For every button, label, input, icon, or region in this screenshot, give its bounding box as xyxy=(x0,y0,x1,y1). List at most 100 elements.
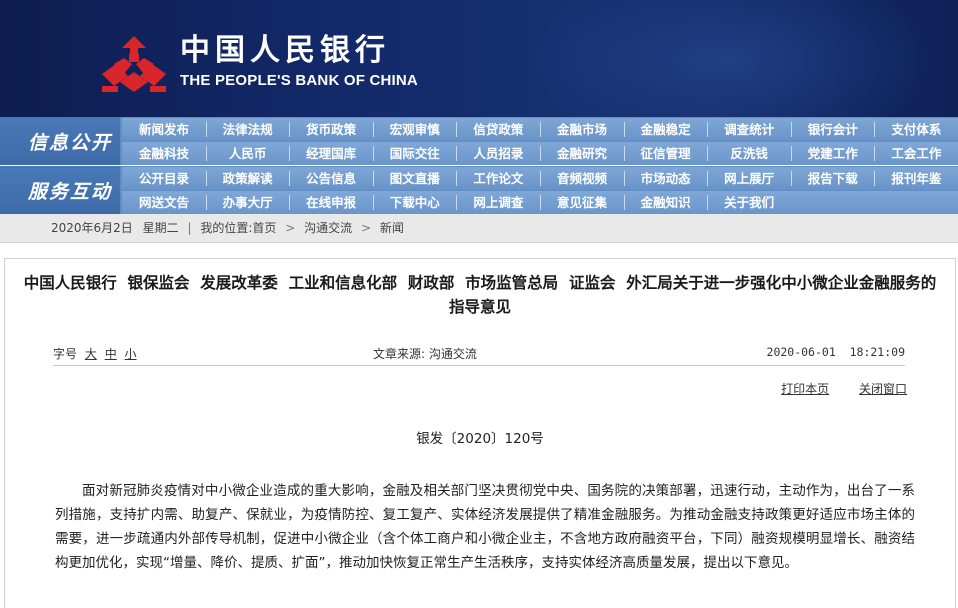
logo-chinese-name[interactable]: 中国人民银行 xyxy=(180,35,390,67)
breadcrumb-news[interactable]: 新闻 xyxy=(380,221,404,235)
font-small-link[interactable]: 小 xyxy=(125,347,137,361)
nav-item[interactable]: 法律法规 xyxy=(208,118,288,141)
nav-separator xyxy=(707,195,709,210)
nav-row: 金融科技 人民币 经理国库 国际交往 人员招录 金融研究 征信管理 反洗钱 党建工作 工会工作 xyxy=(122,142,958,165)
nav-item[interactable]: 新闻发布 xyxy=(124,118,204,141)
nav-separator xyxy=(623,171,625,186)
nav-band-title-service: 服务互动 xyxy=(0,166,120,214)
article-paragraph: 面对新冠肺炎疫情对中小微企业造成的重大影响，金融及相关部门坚决贯彻党中央、国务院… xyxy=(55,483,915,571)
nav-separator xyxy=(289,171,291,186)
nav-item[interactable]: 网上调查 xyxy=(458,191,538,214)
font-large-link[interactable]: 大 xyxy=(85,347,97,361)
nav-separator xyxy=(372,195,374,210)
nav-row: 公开目录 政策解读 公告信息 图文直播 工作论文 音频视频 市场动态 网上展厅 报告下载 报刊年鉴 xyxy=(122,167,958,190)
article-container: 中国人民银行 银保监会 发展改革委 工业和信息化部 财政部 市场监管总局 证监会… xyxy=(4,258,956,608)
nav-item[interactable]: 金融知识 xyxy=(626,191,706,214)
nav-item[interactable]: 国际交往 xyxy=(375,142,455,165)
nav-item[interactable]: 网送文告 xyxy=(124,191,204,214)
article-source: 文章来源: 沟通交流 xyxy=(373,347,477,361)
logo-english-name[interactable]: THE PEOPLE'S BANK OF CHINA xyxy=(180,72,418,89)
nav-separator xyxy=(456,122,458,137)
nav-item[interactable]: 报告下载 xyxy=(793,167,873,190)
nav-item[interactable]: 人民币 xyxy=(208,142,288,165)
nav-separator xyxy=(707,146,709,161)
nav-separator xyxy=(707,122,709,137)
article-title-line: 指导意见 xyxy=(448,298,511,316)
close-window-link[interactable]: 关闭窗口 xyxy=(859,382,907,396)
article-meta: 字号 大 中 小 文章来源: 沟通交流 2020-06-01 18:21:09 xyxy=(53,343,905,366)
nav-item[interactable]: 支付体系 xyxy=(876,118,956,141)
breadcrumb-separator: | xyxy=(187,221,192,235)
font-size-control: 字号 大 中 小 xyxy=(53,345,137,362)
page: 中国人民银行 THE PEOPLE'S BANK OF CHINA 信息公开 新… xyxy=(0,0,958,608)
nav-separator xyxy=(540,146,541,161)
nav-item[interactable]: 下载中心 xyxy=(375,191,455,214)
nav-separator xyxy=(790,146,792,161)
nav-separator xyxy=(540,171,541,186)
nav-separator xyxy=(205,122,207,137)
nav-item[interactable]: 政策解读 xyxy=(208,167,288,190)
location-label: 我的位置: xyxy=(200,221,253,235)
breadcrumb-communication[interactable]: 沟通交流 xyxy=(304,221,352,235)
nav-separator xyxy=(707,171,709,186)
nav-separator xyxy=(540,122,541,137)
nav-item[interactable]: 金融市场 xyxy=(542,118,622,141)
nav-separator xyxy=(874,171,876,186)
nav-item[interactable]: 宏观审慎 xyxy=(375,118,455,141)
nav-item[interactable]: 征信管理 xyxy=(626,142,706,165)
nav-item[interactable]: 金融科技 xyxy=(124,142,204,165)
nav-band-title-info: 信息公开 xyxy=(0,117,120,165)
breadcrumb: 2020年6月2日 星期二 | 我的位置:首页 > 沟通交流 > 新闻 xyxy=(51,214,404,242)
nav-item[interactable]: 工会工作 xyxy=(876,142,956,165)
article-title-line: 中国人民银行 银保监会 发展改革委 工业和信息化部 财政部 市场监管总局 证监会… xyxy=(23,274,937,292)
current-weekday: 星期二 xyxy=(142,221,179,235)
nav-item[interactable]: 公告信息 xyxy=(291,167,371,190)
nav-item[interactable]: 调查统计 xyxy=(709,118,789,141)
nav-item[interactable]: 金融研究 xyxy=(542,142,622,165)
nav-item[interactable]: 人员招录 xyxy=(458,142,538,165)
nav-separator xyxy=(205,195,207,210)
nav-item[interactable]: 意见征集 xyxy=(542,191,622,214)
nav-item[interactable]: 关于我们 xyxy=(709,191,789,214)
breadcrumb-home[interactable]: 首页 xyxy=(252,221,276,235)
nav-separator xyxy=(874,146,876,161)
font-size-label: 字号 xyxy=(53,347,78,361)
nav-item[interactable]: 反洗钱 xyxy=(709,142,789,165)
nav-separator xyxy=(289,195,291,210)
banner-glow xyxy=(520,0,940,117)
nav-item[interactable]: 货币政策 xyxy=(291,118,371,141)
nav-item[interactable]: 工作论文 xyxy=(458,167,538,190)
nav-item[interactable]: 网上展厅 xyxy=(709,167,789,190)
article-tools: 打印本页 关闭窗口 xyxy=(755,380,907,397)
nav-item[interactable]: 办事大厅 xyxy=(208,191,288,214)
nav-separator xyxy=(372,171,374,186)
nav-item[interactable]: 市场动态 xyxy=(626,167,706,190)
nav-item[interactable]: 党建工作 xyxy=(793,142,873,165)
print-page-link[interactable]: 打印本页 xyxy=(781,382,829,396)
nav-row: 新闻发布 法律法规 货币政策 宏观审慎 信贷政策 金融市场 金融稳定 调查统计 银行会计 支付体系 xyxy=(122,118,958,141)
nav-separator xyxy=(289,146,291,161)
nav-band-title-service-text: 服务互动 xyxy=(28,181,113,203)
nav-separator xyxy=(623,195,625,210)
document-number: 银发〔2020〕120号 xyxy=(416,431,544,447)
nav-band-title-info-text: 信息公开 xyxy=(28,132,113,154)
nav-item[interactable]: 金融稳定 xyxy=(626,118,706,141)
breadcrumb-separator: > xyxy=(285,221,296,235)
nav-item[interactable]: 图文直播 xyxy=(375,167,455,190)
font-medium-link[interactable]: 中 xyxy=(105,347,117,361)
nav-item[interactable]: 银行会计 xyxy=(793,118,873,141)
nav-item[interactable]: 信贷政策 xyxy=(458,118,538,141)
article-datetime: 2020-06-01 18:21:09 xyxy=(766,345,905,359)
nav-item[interactable]: 在线申报 xyxy=(291,191,371,214)
breadcrumb-separator: > xyxy=(360,221,372,235)
nav-separator xyxy=(623,122,625,137)
nav-separator xyxy=(372,146,374,161)
nav-separator xyxy=(623,146,625,161)
site-banner: 中国人民银行 THE PEOPLE'S BANK OF CHINA xyxy=(0,0,958,117)
nav-separator xyxy=(874,122,876,137)
nav-item[interactable]: 报刊年鉴 xyxy=(876,167,956,190)
nav-item[interactable]: 音频视频 xyxy=(542,167,622,190)
nav-item[interactable]: 公开目录 xyxy=(124,167,204,190)
nav-item[interactable]: 经理国库 xyxy=(291,142,371,165)
breadcrumb-bar: 2020年6月2日 星期二 | 我的位置:首页 > 沟通交流 > 新闻 xyxy=(0,214,958,243)
